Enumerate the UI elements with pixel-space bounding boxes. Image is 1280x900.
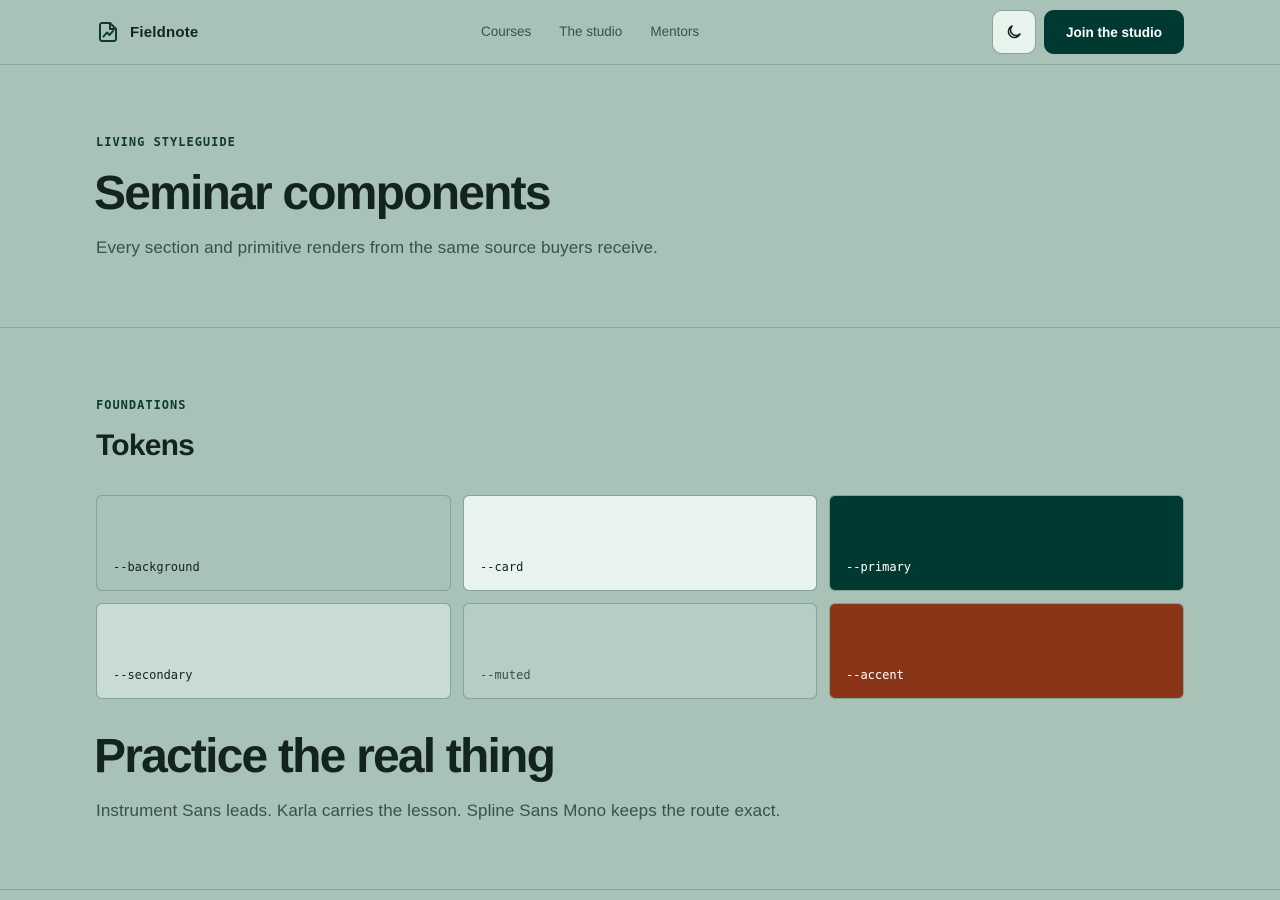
token-name: --accent [846, 668, 904, 682]
hero-subtitle: Every section and primitive renders from… [96, 238, 658, 257]
nav-link-courses[interactable]: Courses [481, 23, 531, 41]
token-swatch-secondary: --secondary [96, 603, 451, 699]
token-name: --muted [480, 668, 531, 682]
section-divider [0, 889, 1280, 890]
brand-name: Fieldnote [130, 23, 199, 41]
section-divider [0, 327, 1280, 328]
token-swatch-primary: --primary [829, 495, 1184, 591]
token-name: --card [480, 560, 524, 574]
typography-subtitle: Instrument Sans leads. Karla carries the… [96, 801, 781, 820]
hero-eyebrow: LIVING STYLEGUIDE [96, 135, 236, 149]
top-navigation-bar: Fieldnote Courses The studio Mentors Joi… [0, 0, 1280, 65]
foundations-eyebrow: FOUNDATIONS [96, 398, 187, 412]
join-studio-button[interactable]: Join the studio [1044, 10, 1184, 54]
main-nav: Courses The studio Mentors [481, 23, 699, 41]
token-name: --background [113, 560, 200, 574]
theme-toggle-button[interactable] [992, 10, 1036, 54]
token-name: --primary [846, 560, 912, 574]
token-swatch-background: --background [96, 495, 451, 591]
nav-link-mentors[interactable]: Mentors [650, 23, 699, 41]
token-swatch-muted: --muted [463, 603, 817, 699]
moon-icon [1007, 25, 1021, 39]
chart-file-icon [99, 22, 117, 42]
token-swatch-accent: --accent [829, 603, 1184, 699]
page-title: Seminar components [94, 167, 552, 220]
token-name: --secondary [113, 668, 193, 682]
typography-title: Practice the real thing [94, 730, 556, 783]
nav-link-the-studio[interactable]: The studio [559, 23, 622, 41]
tokens-title: Tokens [96, 429, 195, 462]
token-swatch-card: --card [463, 495, 817, 591]
brand[interactable]: Fieldnote [96, 20, 198, 44]
